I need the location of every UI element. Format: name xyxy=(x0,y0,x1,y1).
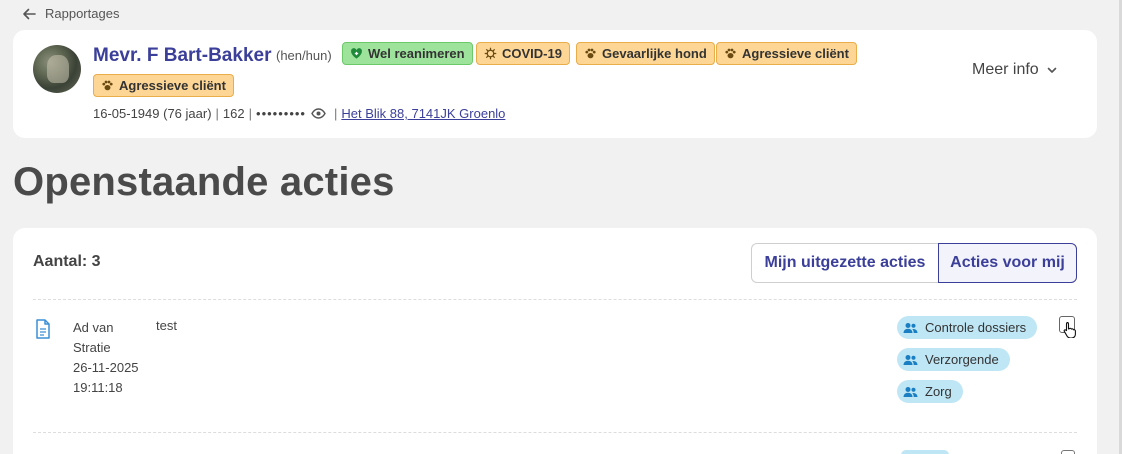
back-link-label: Rapportages xyxy=(45,6,120,21)
actions-tabs: Mijn uitgezette acties Acties voor mij xyxy=(751,243,1077,283)
group-label: Verzorgende xyxy=(925,352,999,367)
row-time: 19:11:18 xyxy=(73,380,123,395)
row-checkbox[interactable] xyxy=(1061,450,1075,454)
back-link[interactable]: Rapportages xyxy=(22,6,119,21)
tab-acties-voor-mij[interactable]: Acties voor mij xyxy=(938,243,1077,283)
eye-icon[interactable] xyxy=(311,108,326,119)
actions-card: Aantal: 3 Mijn uitgezette acties Acties … xyxy=(13,228,1097,454)
masked-bsn: ••••••••• xyxy=(256,106,306,121)
row-author: Ad van Stratie 26-11-2025 19:11:18 xyxy=(73,318,143,398)
badge-gevaarlijke-hond[interactable]: Gevaarlijke hond xyxy=(576,42,715,65)
address-link[interactable]: Het Blik 88, 7141JK Groenlo xyxy=(341,106,505,121)
client-pronoun: (hen/hun) xyxy=(276,48,332,63)
arrow-left-icon xyxy=(23,8,36,19)
group-pill[interactable]: Zorg xyxy=(897,380,963,403)
users-icon xyxy=(903,354,918,365)
page-title: Openstaande acties xyxy=(13,160,395,204)
paw-icon xyxy=(102,80,113,91)
divider xyxy=(33,432,1077,433)
group-label: Zorg xyxy=(925,384,952,399)
badge-agressieve-client[interactable]: Agressieve cliënt xyxy=(716,42,857,65)
actions-count: Aantal: 3 xyxy=(33,253,101,270)
client-details: 16-05-1949 (76 jaar) | 162 | ••••••••• |… xyxy=(93,106,505,121)
users-icon xyxy=(903,322,918,333)
badge-label: Wel reanimeren xyxy=(368,46,465,61)
divider xyxy=(33,299,1077,300)
users-icon xyxy=(903,386,918,397)
birth-date: 16-05-1949 (76 jaar) xyxy=(93,106,212,121)
chevron-down-icon xyxy=(1047,67,1057,73)
badge-label: COVID-19 xyxy=(502,46,562,61)
group-label: Controle dossiers xyxy=(925,320,1027,335)
badge-wel-reanimeren[interactable]: Wel reanimeren xyxy=(342,42,473,65)
badge-covid[interactable]: COVID-19 xyxy=(476,42,570,65)
client-name[interactable]: Mevr. F Bart-Bakker xyxy=(93,45,271,67)
group-pill[interactable]: Controle dossiers xyxy=(897,316,1038,339)
more-info-toggle[interactable]: Meer info xyxy=(972,61,1058,79)
group-pill[interactable] xyxy=(901,450,949,454)
author-name: Ad van Stratie xyxy=(73,320,114,355)
separator: | xyxy=(215,106,219,121)
separator: | xyxy=(248,106,253,121)
paw-icon xyxy=(725,48,736,59)
avatar xyxy=(33,45,81,93)
more-info-label: Meer info xyxy=(972,61,1039,78)
badge-label: Gevaarlijke hond xyxy=(602,46,707,61)
tab-mijn-uitgezette-acties[interactable]: Mijn uitgezette acties xyxy=(751,243,938,283)
client-header-card: Mevr. F Bart-Bakker (hen/hun) Wel reanim… xyxy=(13,30,1097,138)
row-message: test xyxy=(156,318,177,333)
paw-icon xyxy=(585,48,596,59)
row-date: 26-11-2025 xyxy=(73,360,139,375)
badge-label: Agressieve cliënt xyxy=(119,78,226,93)
badge-label: Agressieve cliënt xyxy=(742,46,849,61)
pointer-cursor-icon xyxy=(1063,321,1076,338)
document-icon xyxy=(36,319,50,339)
client-id: 162 xyxy=(222,106,245,121)
separator: | xyxy=(333,106,338,121)
group-pill[interactable]: Verzorgende xyxy=(897,348,1010,371)
virus-icon xyxy=(484,47,497,60)
badge-agressieve-client[interactable]: Agressieve cliënt xyxy=(93,74,234,97)
heart-icon xyxy=(351,48,362,59)
